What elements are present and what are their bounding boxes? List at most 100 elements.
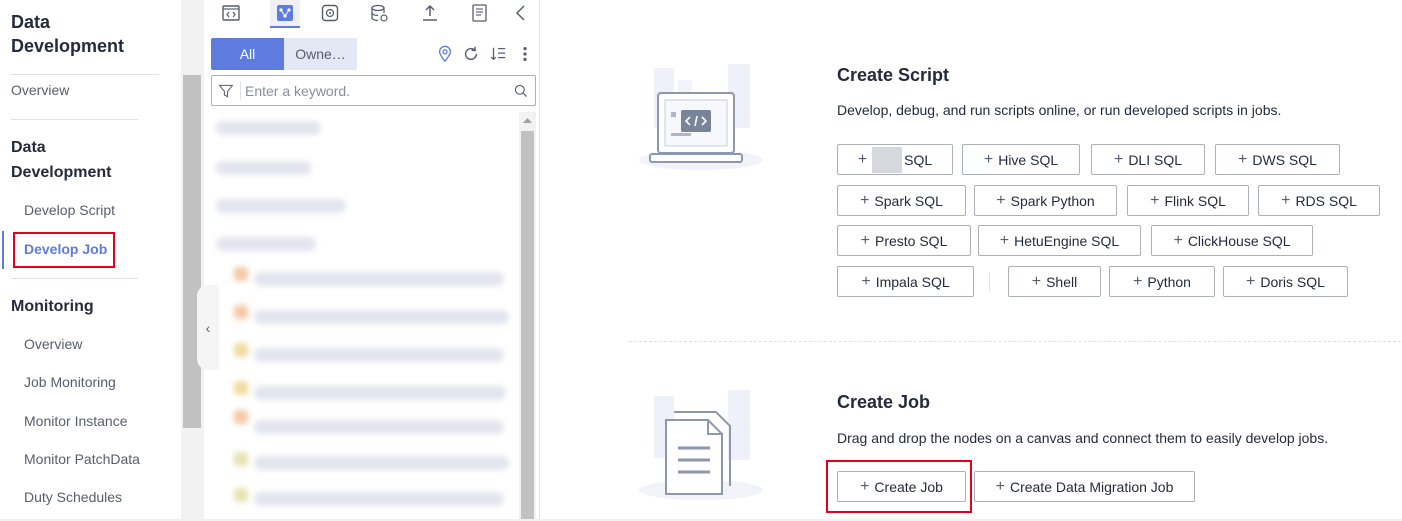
create-dws-sql-button[interactable]: + DWS SQL (1215, 144, 1340, 175)
button-label: Spark SQL (874, 192, 943, 209)
locate-icon[interactable] (434, 43, 456, 65)
tree-item-icon-blurred (234, 381, 248, 395)
tree-item-icon-blurred (234, 488, 248, 502)
tree-search-box (211, 75, 536, 106)
script-icon[interactable] (220, 2, 242, 24)
document-illustration (639, 390, 763, 500)
create-script-title: Create Script (837, 65, 950, 85)
create-shell-button[interactable]: + Shell (1008, 266, 1101, 297)
plus-icon: + (1031, 272, 1042, 290)
plus-icon: + (1173, 231, 1183, 249)
left-navigation: Data Development Overview Data Developme… (0, 0, 181, 521)
nav-item-overview[interactable]: Overview (11, 80, 69, 100)
create-sql-script-button[interactable]: + SQL (837, 144, 953, 175)
scroll-up-arrow-icon[interactable] (519, 112, 536, 129)
create-dli-sql-button[interactable]: + DLI SQL (1091, 144, 1205, 175)
create-flink-sql-button[interactable]: + Flink SQL (1127, 185, 1249, 216)
nav-item-monitor-patchdata[interactable]: Monitor PatchData (24, 449, 140, 469)
create-presto-sql-button[interactable]: + Presto SQL (837, 225, 971, 256)
tree-item-blurred[interactable] (216, 237, 316, 251)
nav-item-duty-schedules[interactable]: Duty Schedules (24, 487, 122, 507)
plus-icon: + (995, 477, 1005, 495)
plus-icon: + (1246, 272, 1256, 290)
sort-icon[interactable] (487, 43, 509, 65)
create-job-title: Create Job (837, 392, 931, 412)
button-label: DLI SQL (1128, 151, 1183, 168)
create-spark-python-button[interactable]: + Spark Python (974, 185, 1117, 216)
create-python-button[interactable]: + Python (1109, 266, 1215, 297)
plus-icon: + (860, 231, 870, 249)
tree-item-icon-blurred (234, 410, 248, 424)
search-icon[interactable] (507, 83, 535, 99)
nav-section-data-development-line2: Development (11, 164, 112, 181)
nav-scrollbar-thumb[interactable] (183, 75, 201, 428)
create-hive-sql-button[interactable]: + Hive SQL (962, 144, 1080, 175)
tree-item-icon-blurred (234, 305, 248, 319)
nav-item-monitor-instance[interactable]: Monitor Instance (24, 411, 128, 431)
nav-title-line1: Data (11, 12, 51, 32)
tree-item-blurred[interactable] (254, 310, 509, 324)
tree-item-icon-blurred (234, 267, 248, 281)
tree-item-blurred[interactable] (254, 420, 504, 434)
create-data-migration-job-button[interactable]: + Create Data Migration Job (974, 471, 1195, 502)
tree-search-input[interactable] (241, 82, 507, 99)
create-doris-sql-button[interactable]: + Doris SQL (1223, 266, 1348, 297)
nav-item-job-monitoring[interactable]: Job Monitoring (24, 372, 116, 392)
tree-scrollbar-thumb[interactable] (521, 131, 534, 521)
upload-icon[interactable] (419, 2, 441, 24)
more-icon[interactable] (514, 43, 536, 65)
button-label: Hive SQL (998, 151, 1059, 168)
plus-icon: + (996, 191, 1006, 209)
collapse-panel-button[interactable]: ‹ (197, 285, 219, 370)
tree-item-blurred[interactable] (254, 492, 504, 506)
component-icon[interactable] (319, 2, 341, 24)
nav-title-line2: Development (11, 36, 125, 56)
button-label: Spark Python (1010, 192, 1095, 209)
button-label: DWS SQL (1252, 151, 1317, 168)
document-icon[interactable] (469, 2, 491, 24)
plus-icon: + (1281, 191, 1291, 209)
tree-item-blurred[interactable] (254, 386, 506, 400)
button-label: Doris SQL (1260, 273, 1325, 290)
button-label: Impala SQL (875, 273, 950, 290)
nav-divider (11, 119, 138, 120)
create-hetuengine-sql-button[interactable]: + HetuEngine SQL (978, 225, 1141, 256)
tree-item-blurred[interactable] (254, 272, 504, 286)
button-group-separator (989, 273, 990, 291)
tree-item-blurred[interactable] (216, 161, 311, 175)
plus-icon: + (1113, 150, 1124, 168)
button-label: ClickHouse SQL (1187, 232, 1291, 249)
plus-icon: + (999, 231, 1010, 249)
tree-item-blurred[interactable] (216, 199, 346, 213)
tree-item-blurred[interactable] (254, 456, 509, 470)
filter-icon[interactable] (212, 83, 240, 99)
filter-all-button[interactable]: All (211, 38, 284, 70)
highlight-box-create-job (826, 460, 972, 513)
plus-icon: + (983, 150, 994, 168)
highlight-box-develop-job (13, 232, 115, 268)
tree-item-blurred[interactable] (254, 348, 504, 362)
create-rds-sql-button[interactable]: + RDS SQL (1258, 185, 1380, 216)
create-job-description: Drag and drop the nodes on a canvas and … (837, 430, 1329, 446)
plus-icon: + (860, 191, 870, 209)
nav-item-develop-script[interactable]: Develop Script (24, 200, 115, 220)
main-content: Create Script Develop, debug, and run sc… (541, 0, 1402, 521)
plus-icon: + (1133, 272, 1143, 290)
chevron-left-icon[interactable] (510, 2, 532, 24)
filter-segmented-control: All Owne… (211, 38, 357, 70)
refresh-icon[interactable] (460, 43, 482, 65)
chevron-left-icon: ‹ (205, 319, 211, 336)
create-spark-sql-button[interactable]: + Spark SQL (837, 185, 966, 216)
job-icon[interactable] (274, 2, 296, 24)
create-clickhouse-sql-button[interactable]: + ClickHouse SQL (1151, 225, 1313, 256)
create-impala-sql-button[interactable]: + Impala SQL (837, 266, 974, 297)
nav-item-monitoring-overview[interactable]: Overview (24, 334, 82, 354)
tree-item-blurred[interactable] (216, 121, 321, 135)
section-divider (629, 341, 1401, 342)
database-icon[interactable] (368, 2, 390, 24)
redacted-label (872, 146, 903, 173)
plus-icon: + (1238, 150, 1248, 168)
filter-owner-button[interactable]: Owne… (284, 38, 357, 70)
nav-section-monitoring: Monitoring (11, 298, 94, 315)
button-label: Presto SQL (874, 232, 948, 249)
